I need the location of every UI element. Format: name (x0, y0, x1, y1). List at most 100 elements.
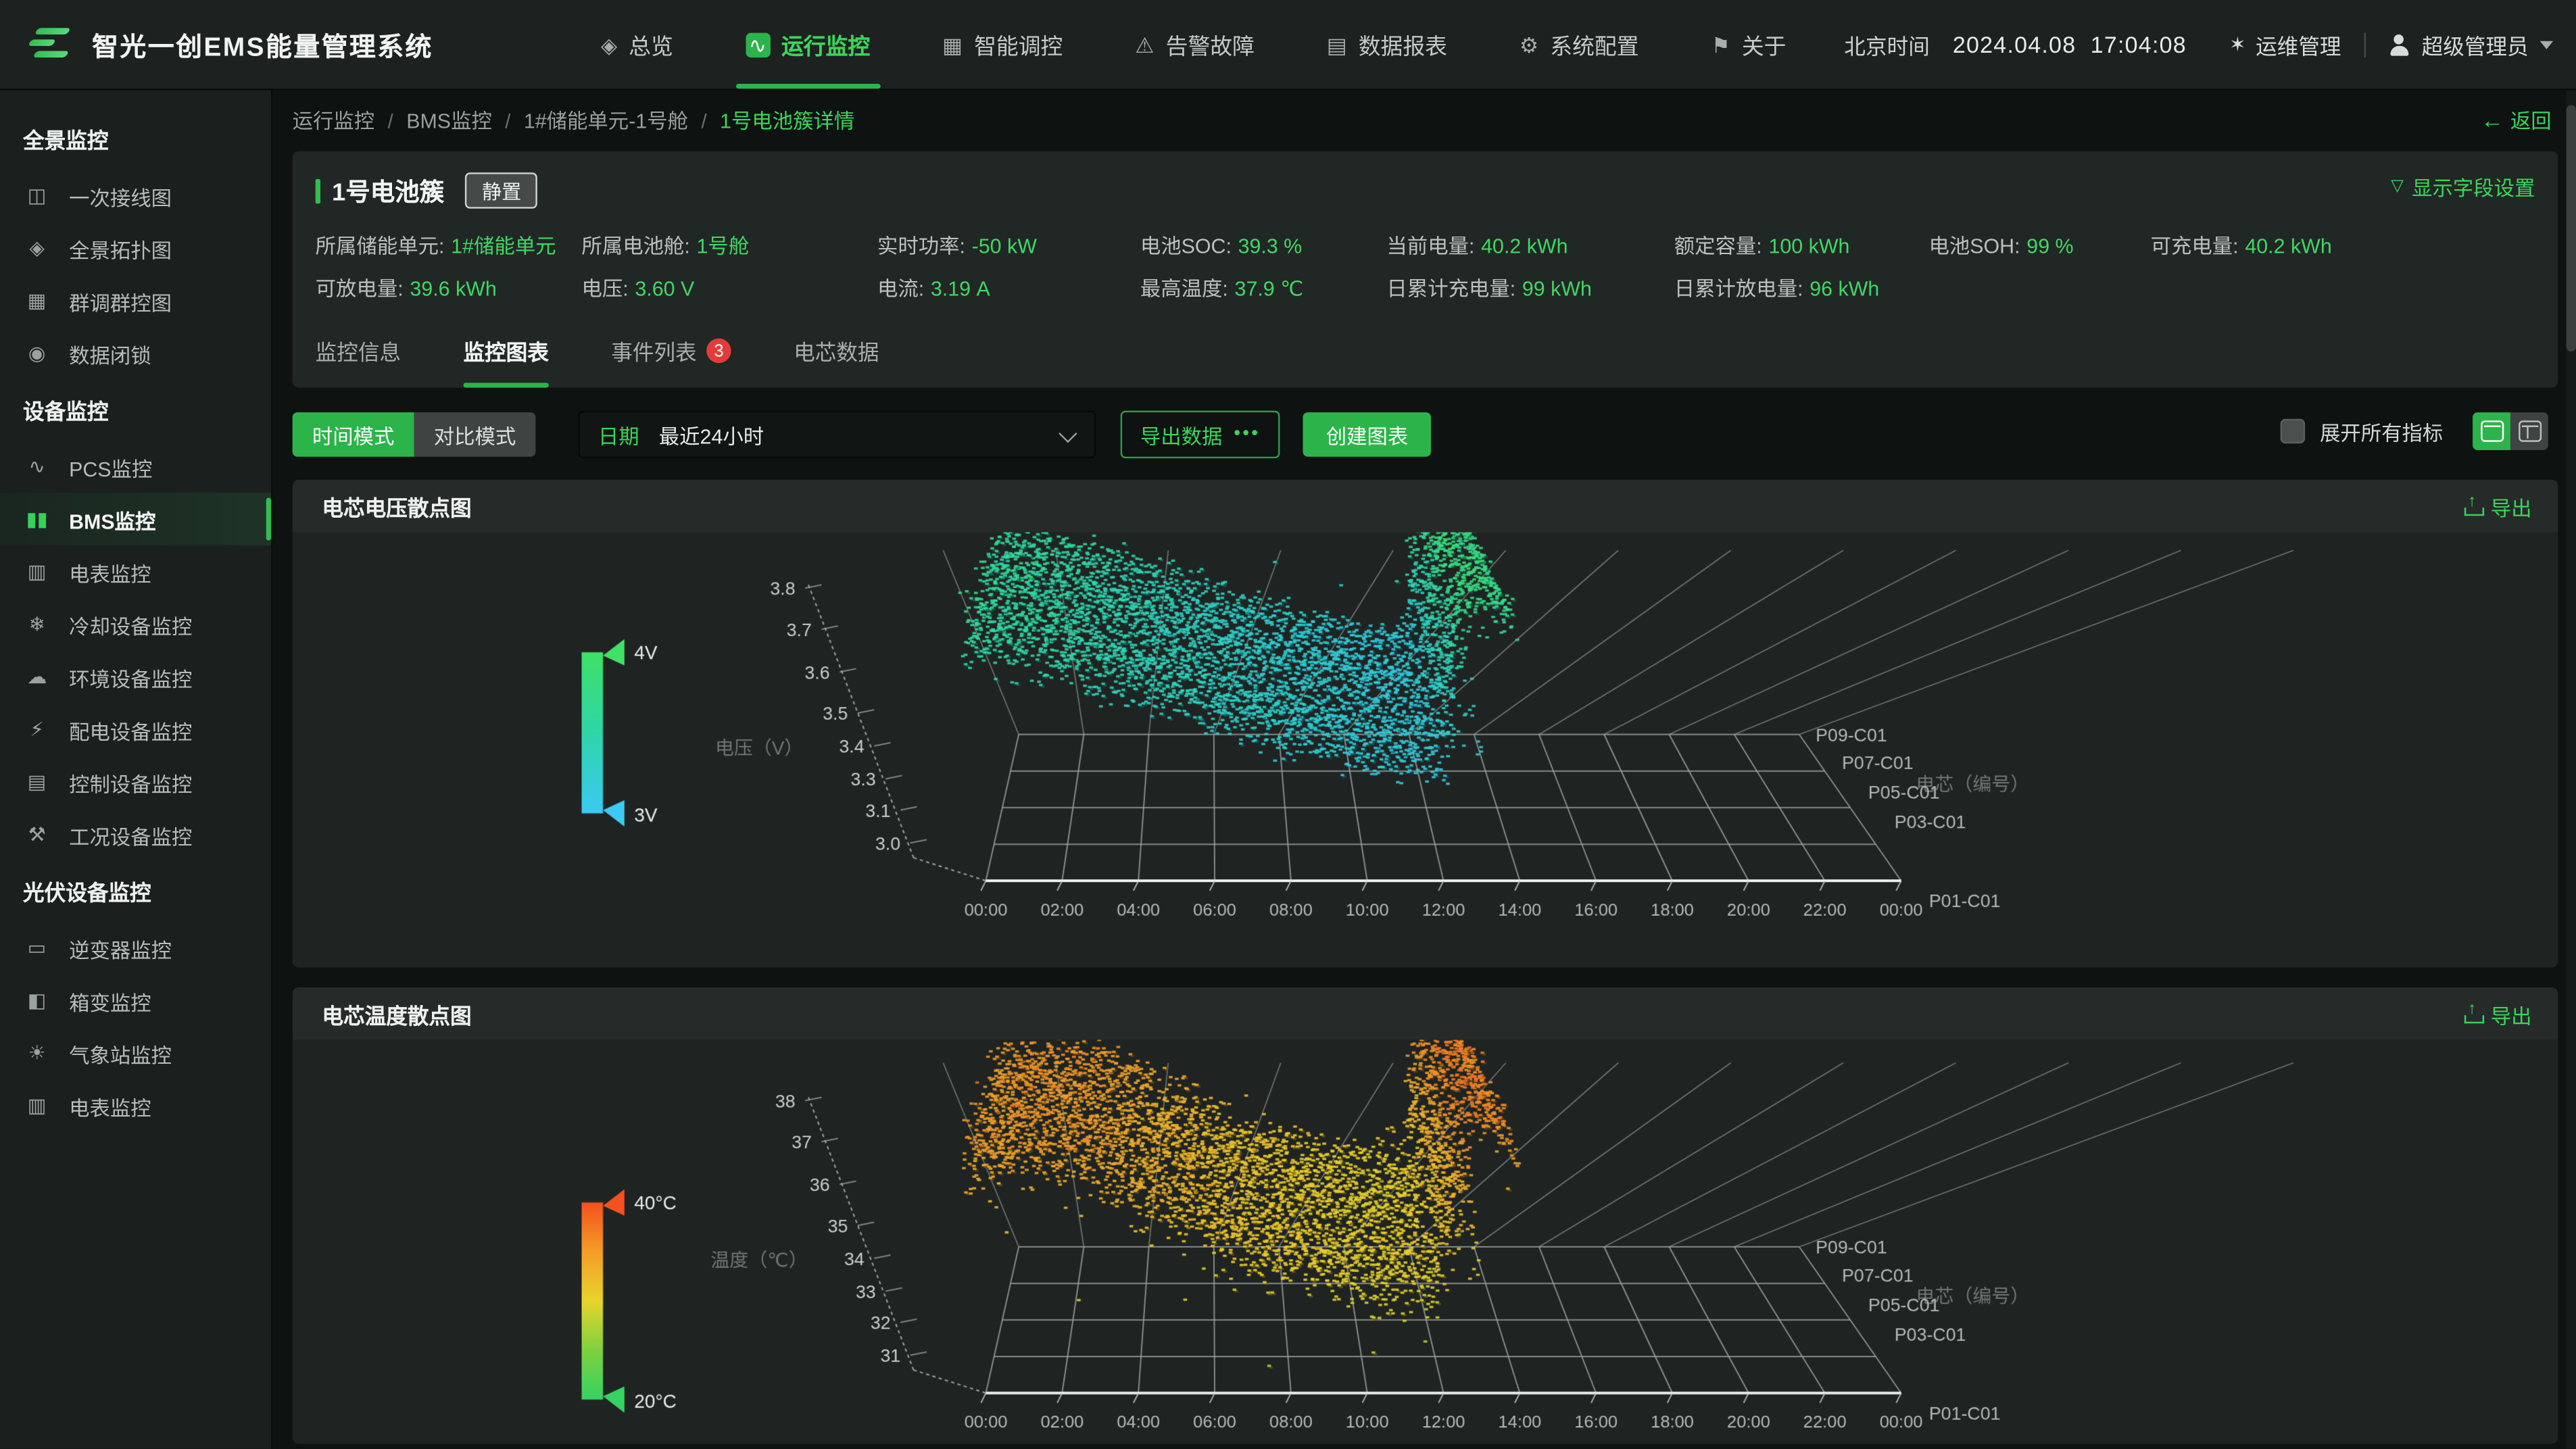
topbar: 智光一创EMS能量管理系统 ◈总览∿运行监控▦智能调控⚠告警故障▤数据报表⚙系统… (0, 0, 2576, 91)
tab-电芯数据[interactable]: 电芯数据 (794, 320, 879, 388)
nav-item-系统配置[interactable]: ⚙系统配置 (1503, 0, 1655, 89)
stat-field: 可充电量:40.2 kWh (2151, 228, 2535, 262)
about-icon: ⚑ (1711, 34, 1730, 55)
stat-field: 所属电池舱:1号舱 (581, 228, 877, 262)
sidebar-item-冷却设备监控[interactable]: ❄冷却设备监控 (0, 598, 271, 651)
ops-icon: ✶ (2229, 33, 2245, 56)
split-layout-icon (2518, 420, 2541, 442)
sidebar-item-控制设备监控[interactable]: ▤控制设备监控 (0, 756, 271, 808)
cluster-control-icon: ▦ (24, 291, 49, 310)
title-accent-bar (316, 178, 320, 203)
crumb-separator: / (701, 110, 706, 133)
sidebar-item-电表监控[interactable]: ▥电表监控 (0, 1079, 271, 1132)
tab-监控图表[interactable]: 监控图表 (463, 320, 548, 388)
sidebar-item-电表监控[interactable]: ▥电表监控 (0, 545, 271, 598)
topbar-divider (2364, 32, 2366, 56)
crumb-运行监控[interactable]: 运行监控 (293, 110, 375, 133)
user-menu[interactable]: 超级管理员 (2389, 29, 2553, 60)
field-settings-link[interactable]: ▽ 显示字段设置 (2391, 171, 2535, 202)
environment-icon: ☁ (24, 667, 49, 687)
voltage-export-button[interactable]: 导出 (2464, 491, 2532, 522)
single-column-layout-button[interactable] (2473, 412, 2510, 450)
detail-tabs: 监控信息监控图表事件列表3 电芯数据 (316, 320, 2535, 388)
compare-mode-button[interactable]: 对比模式 (414, 412, 536, 456)
time-mode-button[interactable]: 时间模式 (293, 412, 414, 456)
stat-field: 电压:3.60 V (581, 271, 877, 304)
tab-监控信息[interactable]: 监控信息 (316, 320, 401, 388)
meter2-icon: ▥ (24, 1096, 49, 1115)
stats-row-1: 所属储能单元:1#储能单元所属电池舱:1号舱实时功率:-50 kW电池SOC:3… (316, 225, 2535, 264)
more-dots-icon: ••• (1234, 424, 1260, 443)
battery-icon: ▮▮ (24, 509, 49, 529)
voltage-chart-panel: 电芯电压散点图 导出 (293, 480, 2558, 968)
create-chart-button[interactable]: 创建图表 (1303, 412, 1432, 456)
single-column-icon (2480, 420, 2503, 442)
weather-station-icon: ☀ (24, 1043, 49, 1062)
nav-item-数据报表[interactable]: ▤数据报表 (1311, 0, 1464, 89)
scrollbar[interactable] (2567, 89, 2576, 1449)
split-layout-button[interactable] (2510, 412, 2548, 450)
sidebar-item-数据闭锁[interactable]: ◉数据闭锁 (0, 327, 271, 380)
battery-cluster-title: 1号电池簇 (332, 173, 444, 207)
monitor-icon: ∿ (746, 32, 770, 56)
crumb-BMS监控[interactable]: BMS监控 (406, 110, 492, 133)
temperature-export-button[interactable]: 导出 (2464, 998, 2532, 1029)
voltage-scatter-canvas[interactable] (293, 533, 2558, 968)
nav-item-告警故障[interactable]: ⚠告警故障 (1119, 0, 1271, 89)
stat-field: 可放电量:39.6 kWh (316, 271, 582, 304)
stat-field: 当前电量:40.2 kWh (1386, 228, 1674, 262)
export-data-button[interactable]: 导出数据••• (1121, 410, 1280, 457)
sidebar-item-全景拓扑图[interactable]: ◈全景拓扑图 (0, 222, 271, 274)
ems-app: 智光一创EMS能量管理系统 ◈总览∿运行监控▦智能调控⚠告警故障▤数据报表⚙系统… (0, 0, 2576, 1449)
overview-icon: ◈ (601, 34, 617, 55)
date-range-select[interactable]: 日期 最近24小时 (579, 410, 1096, 457)
sidebar-item-逆变器监控[interactable]: ▭逆变器监控 (0, 922, 271, 975)
tab-事件列表[interactable]: 事件列表3 (611, 320, 731, 388)
chart-controls: 时间模式 对比模式 日期 最近24小时 导出数据••• 创建图表 展开所有指标 (293, 408, 2558, 460)
breadcrumb: 运行监控/BMS监控/1#储能单元-1号舱/1号电池簇详情 ←返回 (293, 89, 2558, 151)
back-button[interactable]: ←返回 (2481, 103, 2552, 134)
inverter-icon: ▭ (24, 938, 49, 958)
nav-item-智能调控[interactable]: ▦智能调控 (926, 0, 1079, 89)
sidebar-item-气象站监控[interactable]: ☀气象站监控 (0, 1027, 271, 1079)
sidebar-item-群调群控图[interactable]: ▦群调群控图 (0, 274, 271, 327)
stat-field: 所属储能单元:1#储能单元 (316, 228, 582, 262)
sidebar: 全景监控◫一次接线图◈全景拓扑图▦群调群控图◉数据闭锁设备监控∿PCS监控▮▮B… (0, 89, 272, 1449)
voltage-chart-body (293, 533, 2558, 968)
working-condition-icon: ⚒ (24, 825, 49, 844)
box-transformer-icon: ◧ (24, 991, 49, 1010)
stat-field: 电流:3.19 A (877, 271, 1140, 304)
nav-item-关于[interactable]: ⚑关于 (1695, 0, 1803, 89)
user-icon (2389, 34, 2410, 55)
temperature-chart-panel: 电芯温度散点图 导出 (293, 987, 2558, 1444)
temperature-chart-body (293, 1040, 2558, 1444)
meter-icon: ▥ (24, 562, 49, 581)
sidebar-item-一次接线图[interactable]: ◫一次接线图 (0, 169, 271, 222)
stat-field: 额定容量:100 kWh (1674, 228, 1929, 262)
crumb-1号电池簇详情: 1号电池簇详情 (720, 110, 854, 133)
crumb-separator: / (505, 110, 510, 133)
main-content: 运行监控/BMS监控/1#储能单元-1号舱/1号电池簇详情 ←返回 1号电池簇 … (271, 89, 2576, 1449)
topology-icon: ◈ (24, 238, 49, 257)
stat-field: 电池SOC:39.3 % (1140, 228, 1387, 262)
chevron-down-icon (2540, 41, 2553, 49)
sidebar-item-工况设备监控[interactable]: ⚒工况设备监控 (0, 808, 271, 861)
battery-summary-card: 1号电池簇 静置 ▽ 显示字段设置 所属储能单元:1#储能单元所属电池舱:1号舱… (293, 151, 2558, 388)
sidebar-item-配电设备监控[interactable]: ⚡配电设备监控 (0, 703, 271, 756)
sidebar-item-箱变监控[interactable]: ◧箱变监控 (0, 974, 271, 1027)
stat-field: 实时功率:-50 kW (877, 228, 1140, 262)
nav-item-总览[interactable]: ◈总览 (585, 0, 690, 89)
sidebar-group-光伏设备监控: 光伏设备监控 (0, 861, 271, 922)
crumb-1#储能单元-1号舱[interactable]: 1#储能单元-1号舱 (524, 110, 688, 133)
sidebar-item-BMS监控[interactable]: ▮▮BMS监控 (0, 493, 271, 545)
ops-management-button[interactable]: ✶ 运维管理 (2229, 29, 2341, 60)
expand-all-checkbox[interactable] (2281, 419, 2305, 443)
nav-item-运行监控[interactable]: ∿运行监控 (729, 0, 886, 89)
wiring-diagram-icon: ◫ (24, 186, 49, 205)
temperature-scatter-canvas[interactable] (293, 1040, 2558, 1444)
sidebar-group-全景监控: 全景监控 (0, 108, 271, 169)
sidebar-item-环境设备监控[interactable]: ☁环境设备监控 (0, 651, 271, 704)
export-icon (2464, 1004, 2483, 1023)
scrollbar-thumb[interactable] (2567, 105, 2576, 352)
sidebar-item-PCS监控[interactable]: ∿PCS监控 (0, 440, 271, 493)
